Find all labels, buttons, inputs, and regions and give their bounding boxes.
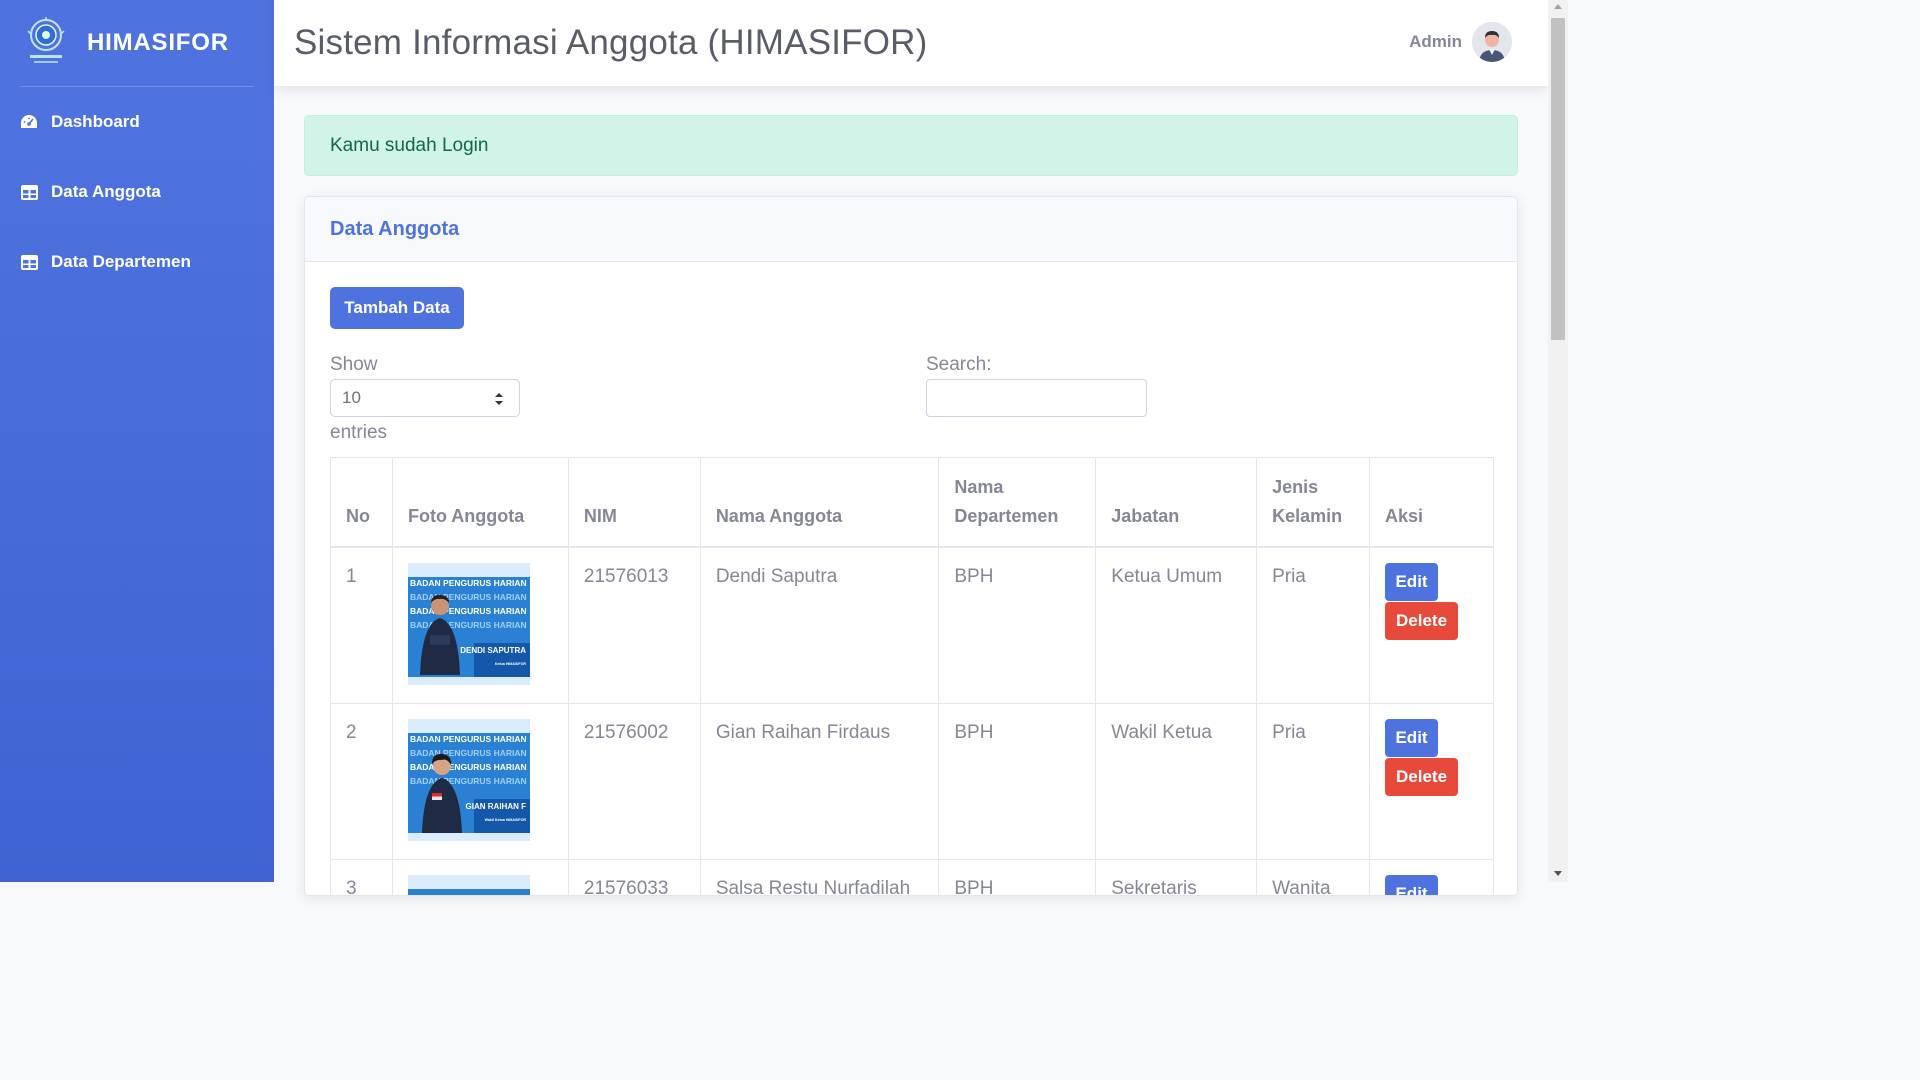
edit-button[interactable]: Edit bbox=[1385, 562, 1439, 601]
member-photo: BADAN PENGURUS HARIAN BADAN PENGURUS HAR… bbox=[407, 718, 530, 841]
cell-photo bbox=[391, 858, 569, 895]
column-header[interactable]: NIM bbox=[567, 457, 701, 548]
cell-aksi: Edit Delete bbox=[1369, 702, 1494, 860]
column-header[interactable]: No bbox=[330, 457, 393, 548]
column-header[interactable]: Aksi bbox=[1369, 457, 1494, 548]
table-header-row: No Foto Anggota NIM Nama Anggota Nama De… bbox=[330, 457, 1494, 548]
cell-nama: Dendi Saputra bbox=[699, 546, 940, 704]
cell-departemen: BPH bbox=[938, 702, 1097, 860]
user-name: Admin bbox=[1409, 32, 1462, 51]
table-icon bbox=[20, 253, 38, 271]
column-header[interactable]: Jabatan bbox=[1095, 457, 1258, 548]
user-dropdown[interactable]: Admin bbox=[1409, 22, 1512, 62]
entries-select[interactable]: 10 bbox=[330, 379, 520, 417]
cell-nim: 21576013 bbox=[567, 546, 701, 704]
sidebar-item-data-departemen[interactable]: Data Departemen bbox=[0, 227, 274, 297]
svg-text:DENDI SAPUTRA: DENDI SAPUTRA bbox=[460, 646, 526, 655]
cell-jenis-kelamin: Pria bbox=[1256, 702, 1371, 860]
cell-jabatan: Sekretaris bbox=[1095, 858, 1258, 895]
svg-text:BADAN PENGURUS HARIAN: BADAN PENGURUS HARIAN bbox=[410, 592, 527, 602]
svg-text:Wakil Ketua HIMASIFOR: Wakil Ketua HIMASIFOR bbox=[485, 818, 527, 822]
delete-button[interactable]: Delete bbox=[1385, 601, 1459, 640]
brand-logo bbox=[26, 17, 66, 69]
svg-text:Ketua HIMASIFOR: Ketua HIMASIFOR bbox=[495, 662, 527, 666]
member-photo bbox=[407, 874, 530, 895]
table-row: 3 21576033 Salsa Restu Nurfadilah BPH Se… bbox=[330, 858, 1494, 895]
delete-button[interactable]: Delete bbox=[1385, 757, 1459, 796]
svg-text:BADAN PENGURUS HARIAN: BADAN PENGURUS HARIAN bbox=[410, 762, 527, 772]
cell-jabatan: Wakil Ketua bbox=[1095, 702, 1258, 860]
cell-nama: Salsa Restu Nurfadilah bbox=[699, 858, 940, 895]
cell-jabatan: Ketua Umum bbox=[1095, 546, 1258, 704]
anggota-table: No Foto Anggota NIM Nama Anggota Nama De… bbox=[330, 457, 1494, 895]
svg-text:BADAN PENGURUS HARIAN: BADAN PENGURUS HARIAN bbox=[410, 606, 527, 616]
svg-text:BADAN PENGURUS HARIAN: BADAN PENGURUS HARIAN bbox=[410, 578, 527, 588]
cell-departemen: BPH bbox=[938, 858, 1097, 895]
show-label: Show bbox=[330, 354, 378, 375]
card-title: Data Anggota bbox=[330, 217, 460, 240]
search-input[interactable] bbox=[926, 379, 1147, 417]
table-icon bbox=[20, 183, 38, 201]
edit-button[interactable]: Edit bbox=[1385, 874, 1439, 895]
cell-photo: BADAN PENGURUS HARIAN BADAN PENGURUS HAR… bbox=[391, 546, 569, 704]
cell-no: 3 bbox=[330, 858, 393, 895]
scrollbar-thumb[interactable] bbox=[1551, 18, 1565, 340]
sidebar-item-label: Dashboard bbox=[51, 112, 140, 131]
data-anggota-card: Data Anggota Tambah Data Show 10 entries… bbox=[304, 196, 1518, 896]
svg-text:GIAN RAIHAN F: GIAN RAIHAN F bbox=[466, 802, 527, 811]
cell-aksi: Edit Delete bbox=[1369, 546, 1494, 704]
entries-label: entries bbox=[330, 422, 388, 443]
cell-nama: Gian Raihan Firdaus bbox=[699, 702, 940, 860]
cell-photo: BADAN PENGURUS HARIAN BADAN PENGURUS HAR… bbox=[391, 702, 569, 860]
table-row: 2 BADAN PENGURUS HARIAN BADAN PENGURUS H… bbox=[330, 702, 1494, 860]
member-photo: BADAN PENGURUS HARIAN BADAN PENGURUS HAR… bbox=[407, 562, 530, 685]
cell-jenis-kelamin: Wanita bbox=[1256, 858, 1371, 895]
column-header[interactable]: Nama Departemen bbox=[938, 457, 1097, 548]
search-label: Search: bbox=[926, 354, 992, 375]
cell-no: 1 bbox=[330, 546, 393, 704]
card-header: Data Anggota bbox=[305, 197, 1517, 262]
sidebar-item-label: Data Anggota bbox=[51, 182, 161, 201]
page-title: Sistem Informasi Anggota (HIMASIFOR) bbox=[294, 23, 928, 62]
brand-name: HIMASIFOR bbox=[87, 29, 229, 56]
select-arrows-icon bbox=[495, 393, 503, 405]
cell-nim: 21576033 bbox=[567, 858, 701, 895]
tachometer-icon bbox=[20, 113, 38, 131]
alert-message: Kamu sudah Login bbox=[330, 134, 489, 156]
cell-aksi: Edit Delete bbox=[1369, 858, 1494, 895]
page-scrollbar[interactable] bbox=[1548, 0, 1568, 882]
column-header[interactable]: Nama Anggota bbox=[699, 457, 940, 548]
entries-select-value: 10 bbox=[342, 388, 361, 407]
topbar: Sistem Informasi Anggota (HIMASIFOR) Adm… bbox=[274, 0, 1548, 86]
svg-text:BADAN PENGURUS HARIAN: BADAN PENGURUS HARIAN bbox=[410, 734, 527, 744]
cell-jenis-kelamin: Pria bbox=[1256, 546, 1371, 704]
scroll-up-arrow-icon[interactable] bbox=[1554, 4, 1562, 9]
cell-departemen: BPH bbox=[938, 546, 1097, 704]
svg-text:BADAN PENGURUS HARIAN: BADAN PENGURUS HARIAN bbox=[410, 776, 527, 786]
sidebar-item-data-anggota[interactable]: Data Anggota bbox=[0, 157, 274, 227]
column-header[interactable]: Foto Anggota bbox=[391, 457, 569, 548]
sidebar-brand[interactable]: HIMASIFOR bbox=[0, 0, 274, 86]
scroll-down-arrow-icon[interactable] bbox=[1554, 871, 1562, 876]
table-row: 1 BADAN PENGURUS HARIAN BADAN PENGURUS H… bbox=[330, 546, 1494, 704]
edit-button[interactable]: Edit bbox=[1385, 718, 1439, 757]
svg-text:BADAN PENGURUS HARIAN: BADAN PENGURUS HARIAN bbox=[410, 748, 527, 758]
svg-text:BADAN PENGURUS HARIAN: BADAN PENGURUS HARIAN bbox=[410, 620, 527, 630]
add-data-button[interactable]: Tambah Data bbox=[330, 287, 464, 329]
sidebar: HIMASIFOR Dashboard Data Anggota Data De… bbox=[0, 0, 274, 882]
cell-nim: 21576002 bbox=[567, 702, 701, 860]
cell-no: 2 bbox=[330, 702, 393, 860]
avatar bbox=[1472, 22, 1512, 62]
sidebar-item-dashboard[interactable]: Dashboard bbox=[0, 87, 274, 157]
sidebar-item-label: Data Departemen bbox=[51, 252, 191, 271]
login-success-alert: Kamu sudah Login bbox=[304, 115, 1518, 176]
column-header[interactable]: Jenis Kelamin bbox=[1256, 457, 1371, 548]
